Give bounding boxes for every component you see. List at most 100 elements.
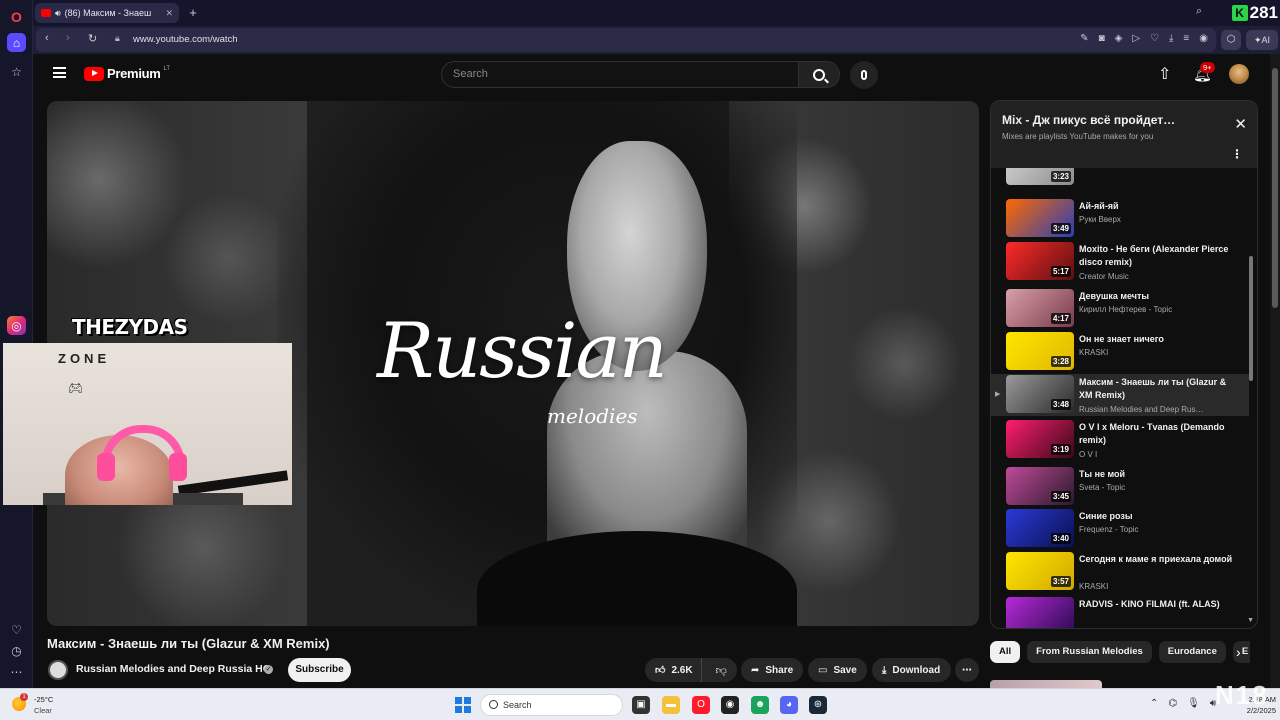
more-actions-button[interactable]: ⋯ [955,658,979,682]
counter-badge: K 281 [1231,2,1278,24]
heart-icon[interactable]: ♡ [1150,33,1159,44]
filter-chip[interactable]: All [990,641,1021,663]
channel-avatar[interactable] [48,660,68,680]
history-icon[interactable]: ◷ [7,641,26,660]
playlist-item[interactable]: 3:40 Синие розы Frequenz - Topic [991,508,1249,550]
filter-chip[interactable]: Eurodance [1158,641,1226,663]
dislike-button[interactable]: 👎︎ [708,664,735,677]
opera-icon[interactable]: O [692,696,710,714]
heart-icon[interactable]: ♡ [7,620,26,639]
thumbnail[interactable]: 3:48 [1006,375,1074,413]
chevron-up-icon[interactable]: ⌃ [1150,698,1158,709]
thumbnail[interactable]: 3:45 [1006,467,1074,505]
recommendation-thumbnail[interactable] [990,680,1102,688]
tab-youtube[interactable]: 🔊︎ (86) Максим - Знаеш ✕ [35,3,179,23]
item-title: RADVIS - KINO FILMAI (ft. ALAS) [1079,599,1220,609]
ai-button[interactable]: ✦AI [1246,30,1278,50]
more-vertical-icon[interactable]: ⋮ [1231,147,1243,161]
extensions-icon[interactable]: ⬡ [1221,30,1241,50]
item-channel: Creator Music [1079,272,1129,281]
close-icon[interactable]: ✕ [1234,115,1247,133]
youtube-logo[interactable]: Premium LT [84,66,170,81]
more-icon[interactable]: ⋯ [7,662,26,681]
new-tab-button[interactable]: + [185,5,201,21]
scroll-down-icon[interactable]: ▼ [1247,617,1254,624]
tab-search-icon[interactable]: ⌕ [1196,5,1202,18]
subscribe-button[interactable]: Subscribe [288,658,351,682]
thumbnail[interactable] [1006,597,1074,628]
account-icon[interactable]: ◉ [1199,33,1208,44]
search-button[interactable] [798,61,840,88]
app-icon[interactable]: ☻ [751,696,769,714]
forward-icon[interactable]: › [66,32,70,44]
youtube-play-icon [84,66,104,81]
thumbnail[interactable]: 3:49 [1006,199,1074,237]
share-button[interactable]: ➦ Share [741,658,803,682]
playlist-title[interactable]: Mix - Дж пикус всё пройдет… [1002,113,1175,127]
playlist-item[interactable]: 3:23Цветомузыка - Topic [991,168,1249,188]
playlist-scrollbar[interactable] [1249,256,1253,381]
address-bar-row: ‹ › ↻ 🔒︎ www.youtube.com/watch ✎ ◙ ◈ ▷ ♡… [33,26,1280,54]
playlist-item[interactable]: 5:17 Moxito - Не беги (Alexander Pierce d… [991,241,1249,283]
download-button[interactable]: ⤓ Download [872,658,951,682]
instagram-icon[interactable]: ◎ [7,316,26,335]
shield-icon[interactable]: ◈ [1115,33,1123,44]
playlist-item[interactable]: 3:28 Он не знает ничего KRASKI [991,331,1249,373]
avatar[interactable] [1229,64,1249,84]
playlist-item[interactable]: ▶ 3:48 Максим - Знаешь ли ты (Glazur & XM … [991,374,1249,416]
steam-icon[interactable]: ⊛ [809,696,827,714]
filter-chip[interactable]: From Russian Melodies [1027,641,1152,663]
scrollbar-thumb[interactable] [1272,68,1278,308]
star-icon[interactable]: ☆ [7,62,26,81]
playlist-item[interactable]: 3:57 Сегодня к маме я приехала домой KRASK… [991,551,1249,593]
duration-badge: 4:17 [1050,313,1071,324]
thumbnail[interactable]: 3:40 [1006,509,1074,547]
thumbnail[interactable]: 3:28 [1006,332,1074,370]
home-icon[interactable]: ⌂ [7,33,26,52]
network-icon[interactable]: ⌬ [1168,698,1177,709]
thumbnail[interactable]: 5:17 [1006,242,1074,280]
playlist-item[interactable]: 3:45 Ты не мой Sveta - Topic [991,466,1249,508]
thumbnail[interactable]: 3:57 [1006,552,1074,590]
tab-close-icon[interactable]: ✕ [165,8,173,19]
playlist-item[interactable]: 4:17 Девушка мечты Кирилл Нефтерев - Topic [991,288,1249,330]
item-title: Максим - Знаешь ли ты (Glazur & XM Remix… [1079,377,1227,400]
lock-icon[interactable]: 🔒︎ [115,33,120,44]
camera-icon[interactable]: ◙ [1099,33,1105,44]
url-text[interactable]: www.youtube.com/watch [133,34,238,45]
save-button[interactable]: ▭ Save [808,658,867,682]
file-explorer-icon[interactable]: ▬ [662,696,680,714]
windows-start-icon[interactable] [455,697,471,713]
item-title: Ай-яй-яй [1079,201,1119,211]
reload-icon[interactable]: ↻ [88,32,97,45]
channel-name[interactable]: Russian Melodies and Deep Russia HQ [76,663,271,675]
like-button[interactable]: 👍︎ 2.6K [645,658,702,682]
page-scrollbar[interactable] [1270,54,1280,688]
edit-icon[interactable]: ✎ [1080,33,1088,44]
play-icon[interactable]: ▷ [1132,33,1140,44]
thumbnail[interactable]: 3:19 [1006,420,1074,458]
search-input[interactable]: Search [441,61,799,88]
task-view-icon[interactable]: ▣ [632,696,650,714]
obs-icon[interactable]: ◉ [721,696,739,714]
download-icon[interactable]: ⤓ [1169,33,1173,44]
chevron-right-icon[interactable]: › [1236,644,1241,660]
address-bar[interactable]: ‹ › ↻ 🔒︎ www.youtube.com/watch ✎ ◙ ◈ ▷ ♡… [36,28,1216,52]
upload-icon[interactable]: ⇧ [1158,64,1171,84]
menu-icon[interactable] [53,67,66,78]
taskbar-search[interactable]: Search [480,694,623,716]
microphone-icon[interactable]: 🎙︎ [1187,698,1200,709]
playlist-item[interactable]: 3:49 Ай-яй-яй Руки Вверх [991,198,1249,240]
voice-search-button[interactable] [850,61,878,89]
thumbnail[interactable]: 3:23 [1006,168,1074,185]
list-icon[interactable]: ≡ [1183,33,1189,44]
discord-icon[interactable]: ◕ [780,696,798,714]
address-tools: ✎ ◙ ◈ ▷ ♡ ⤓ ≡ ◉ [1080,33,1208,44]
thumbnail[interactable]: 4:17 [1006,289,1074,327]
back-icon[interactable]: ‹ [45,32,49,44]
playlist-item[interactable]: 3:19 O V I x Meloru - Tvanas (Demando rem… [991,419,1249,461]
speaker-icon[interactable]: 🔊︎ [55,8,61,19]
wall-doodle: ZONE [58,351,111,366]
playlist-item[interactable]: RADVIS - KINO FILMAI (ft. ALAS) [991,596,1249,628]
opera-logo-icon[interactable]: O [7,7,26,26]
